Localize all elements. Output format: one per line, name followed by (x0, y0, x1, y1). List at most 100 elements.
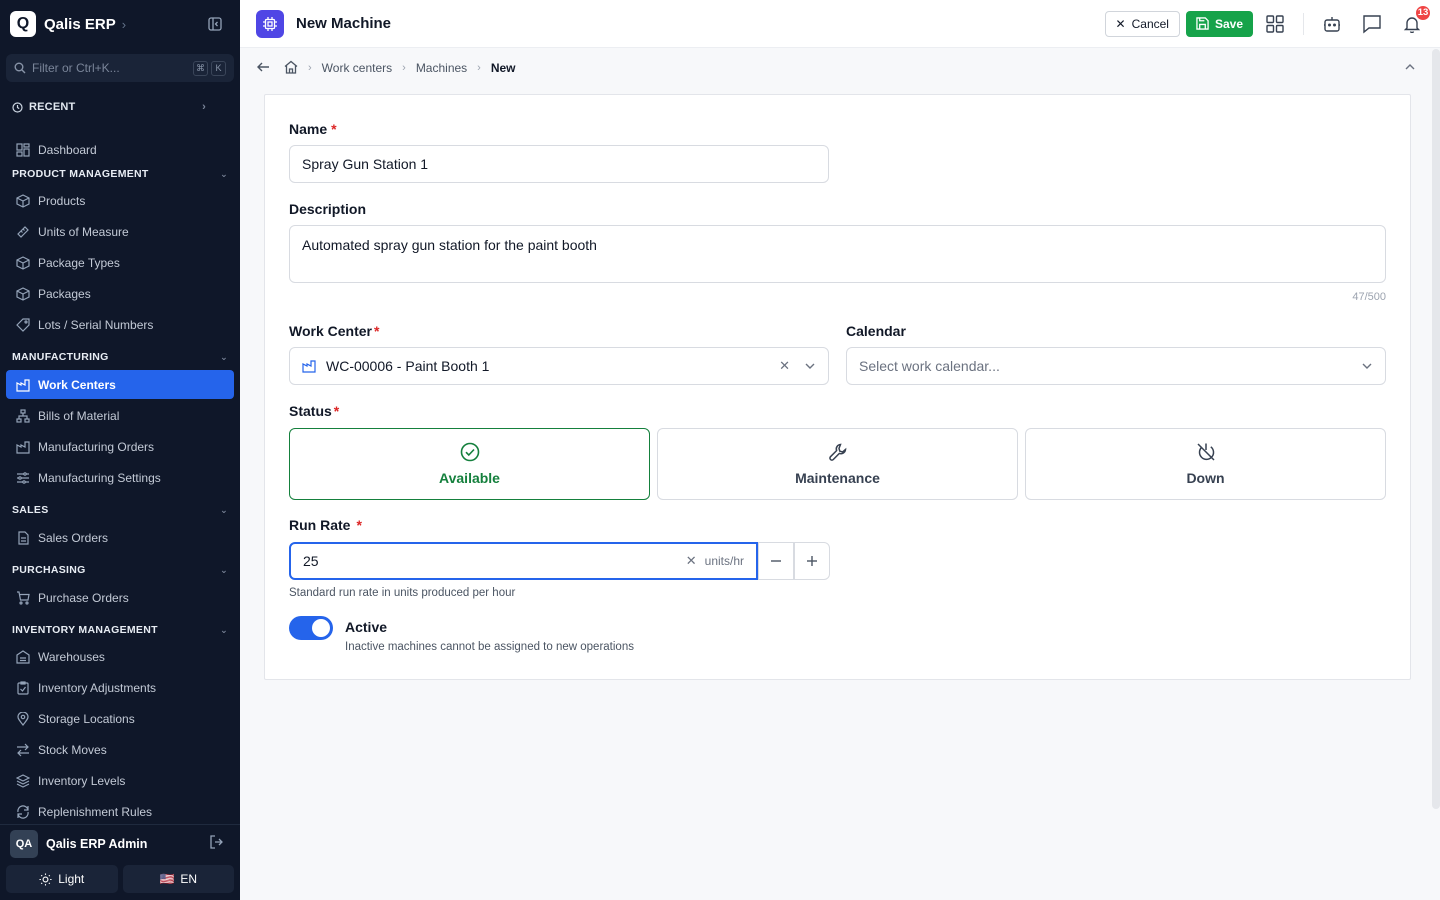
chevron-down-icon[interactable] (804, 360, 816, 372)
save-button[interactable]: Save (1185, 10, 1253, 37)
calendar-label: Calendar (846, 323, 906, 339)
bell-icon[interactable]: 13 (1400, 3, 1432, 36)
status-option-down[interactable]: Down (1025, 428, 1386, 500)
sidebar-filter-input[interactable]: Filter or Ctrl+K... ⌘ K (6, 54, 234, 82)
sidebar-item-label: Inventory Adjustments (38, 681, 157, 695)
section-inventory-management[interactable]: INVENTORY MANAGEMENT ⌄ (12, 622, 228, 638)
sidebar-item-warehouses[interactable]: Warehouses (6, 643, 234, 671)
description-textarea[interactable]: Automated spray gun station for the pain… (289, 225, 1386, 283)
sidebar-item-label: Stock Moves (38, 743, 107, 757)
name-input[interactable]: Spray Gun Station 1 (289, 145, 829, 183)
home-icon[interactable] (284, 60, 298, 77)
app-name[interactable]: Qalis ERP (44, 16, 116, 33)
sidebar-item-label: Products (38, 194, 86, 208)
clear-icon[interactable]: ✕ (686, 553, 697, 569)
status-option-maintenance[interactable]: Maintenance (657, 428, 1018, 500)
sidebar-item-manufacturing-orders[interactable]: Manufacturing Orders (6, 433, 234, 461)
run-rate-unit: units/hr (704, 554, 744, 568)
chevron-down-icon: ⌄ (220, 168, 228, 179)
tag-icon (15, 318, 30, 333)
sidebar-item-replenishment-rules[interactable]: Replenishment Rules (6, 798, 234, 826)
active-toggle[interactable] (289, 616, 333, 640)
logout-icon[interactable] (210, 834, 224, 854)
theme-label: Light (58, 872, 85, 886)
work-center-label-text: Work Center (289, 323, 372, 339)
scrollbar[interactable] (1432, 49, 1440, 809)
collapse-sidebar-icon[interactable] (206, 15, 224, 33)
section-sales[interactable]: SALES ⌄ (12, 502, 228, 518)
toggle-knob (312, 619, 330, 637)
box-icon (15, 194, 30, 209)
avatar: QA (10, 830, 38, 858)
flag-icon: 🇺🇸 (159, 872, 175, 886)
sidebar-item-work-centers[interactable]: Work Centers (6, 370, 234, 399)
calendar-select[interactable]: Select work calendar... (846, 347, 1386, 385)
status-option-available[interactable]: Available (289, 428, 650, 500)
clipboard-check-icon (15, 681, 30, 696)
chevron-down-icon: ⌄ (220, 624, 228, 635)
breadcrumb: › Work centers › Machines › New (240, 49, 1432, 87)
sidebar-item-purchase-orders[interactable]: Purchase Orders (6, 584, 234, 612)
sidebar-item-dashboard[interactable]: Dashboard (6, 136, 234, 164)
sliders-icon (15, 471, 30, 486)
apps-grid-icon[interactable] (1263, 12, 1287, 36)
ruler-icon (15, 225, 30, 240)
section-product-management[interactable]: PRODUCT MANAGEMENT ⌄ (12, 166, 228, 182)
cancel-button[interactable]: ✕ Cancel (1104, 10, 1180, 37)
sidebar-item-label: Storage Locations (38, 712, 135, 726)
cart-icon (15, 591, 30, 606)
chevron-up-icon[interactable] (1404, 61, 1416, 76)
sidebar-header: Q Qalis ERP › (0, 0, 240, 48)
chat-icon[interactable] (1360, 12, 1384, 36)
chevron-right-icon: › (202, 101, 206, 113)
sidebar-item-lots-serial-numbers[interactable]: Lots / Serial Numbers (6, 311, 234, 339)
clear-icon[interactable]: ✕ (779, 358, 790, 374)
factory-icon (15, 377, 30, 392)
section-purchasing[interactable]: PURCHASING ⌄ (12, 562, 228, 578)
work-center-select[interactable]: WC-00006 - Paint Booth 1 ✕ (289, 347, 829, 385)
language-button[interactable]: 🇺🇸 EN (122, 865, 234, 893)
kbd-k: K (211, 60, 226, 76)
arrows-swap-icon (15, 743, 30, 758)
chevron-right-icon[interactable]: › (122, 17, 126, 32)
sidebar-item-sales-orders[interactable]: Sales Orders (6, 524, 234, 552)
description-value: Automated spray gun station for the pain… (302, 237, 597, 253)
sidebar-item-products[interactable]: Products (6, 187, 234, 215)
sidebar-item-package-types[interactable]: Package Types (6, 249, 234, 277)
factory-icon (302, 359, 316, 373)
save-icon (1196, 17, 1209, 30)
sidebar-item-storage-locations[interactable]: Storage Locations (6, 705, 234, 733)
run-rate-input[interactable]: 25 ✕ units/hr (289, 542, 758, 580)
chevron-down-icon[interactable] (1361, 360, 1373, 372)
app-logo[interactable]: Q (10, 11, 36, 37)
breadcrumb-machines[interactable]: Machines (416, 61, 467, 75)
breadcrumb-current: New (490, 61, 516, 75)
machine-form: Name * Spray Gun Station 1 Description Au… (264, 94, 1411, 680)
theme-toggle-button[interactable]: Light (6, 865, 118, 893)
sidebar-item-label: Inventory Levels (38, 774, 126, 788)
required-marker: * (373, 323, 380, 339)
bot-icon[interactable] (1320, 12, 1344, 36)
sidebar-item-packages[interactable]: Packages (6, 280, 234, 308)
decrement-button[interactable] (758, 542, 794, 580)
clock-icon (12, 101, 23, 113)
chevron-down-icon: ⌄ (220, 351, 228, 362)
breadcrumb-work-centers[interactable]: Work centers (322, 61, 392, 75)
sidebar-item-units-of-measure[interactable]: Units of Measure (6, 218, 234, 246)
recent-toggle[interactable]: RECENT › (0, 96, 240, 118)
sidebar-item-label: Sales Orders (38, 531, 109, 545)
name-label-text: Name (289, 121, 328, 137)
sidebar-item-inventory-levels[interactable]: Inventory Levels (6, 767, 234, 795)
sidebar-item-manufacturing-settings[interactable]: Manufacturing Settings (6, 464, 234, 492)
search-icon (14, 62, 26, 74)
sidebar-item-bills-of-material[interactable]: Bills of Material (6, 402, 234, 430)
warehouse-icon (15, 650, 30, 665)
sidebar-item-label: Lots / Serial Numbers (38, 318, 154, 332)
sidebar-item-stock-moves[interactable]: Stock Moves (6, 736, 234, 764)
user-menu[interactable]: QA Qalis ERP Admin (0, 825, 240, 863)
breadcrumb-separator: › (308, 62, 312, 74)
back-arrow-icon[interactable] (256, 60, 270, 77)
increment-button[interactable] (794, 542, 830, 580)
sidebar-item-inventory-adjustments[interactable]: Inventory Adjustments (6, 674, 234, 702)
section-manufacturing[interactable]: MANUFACTURING ⌄ (12, 349, 228, 365)
